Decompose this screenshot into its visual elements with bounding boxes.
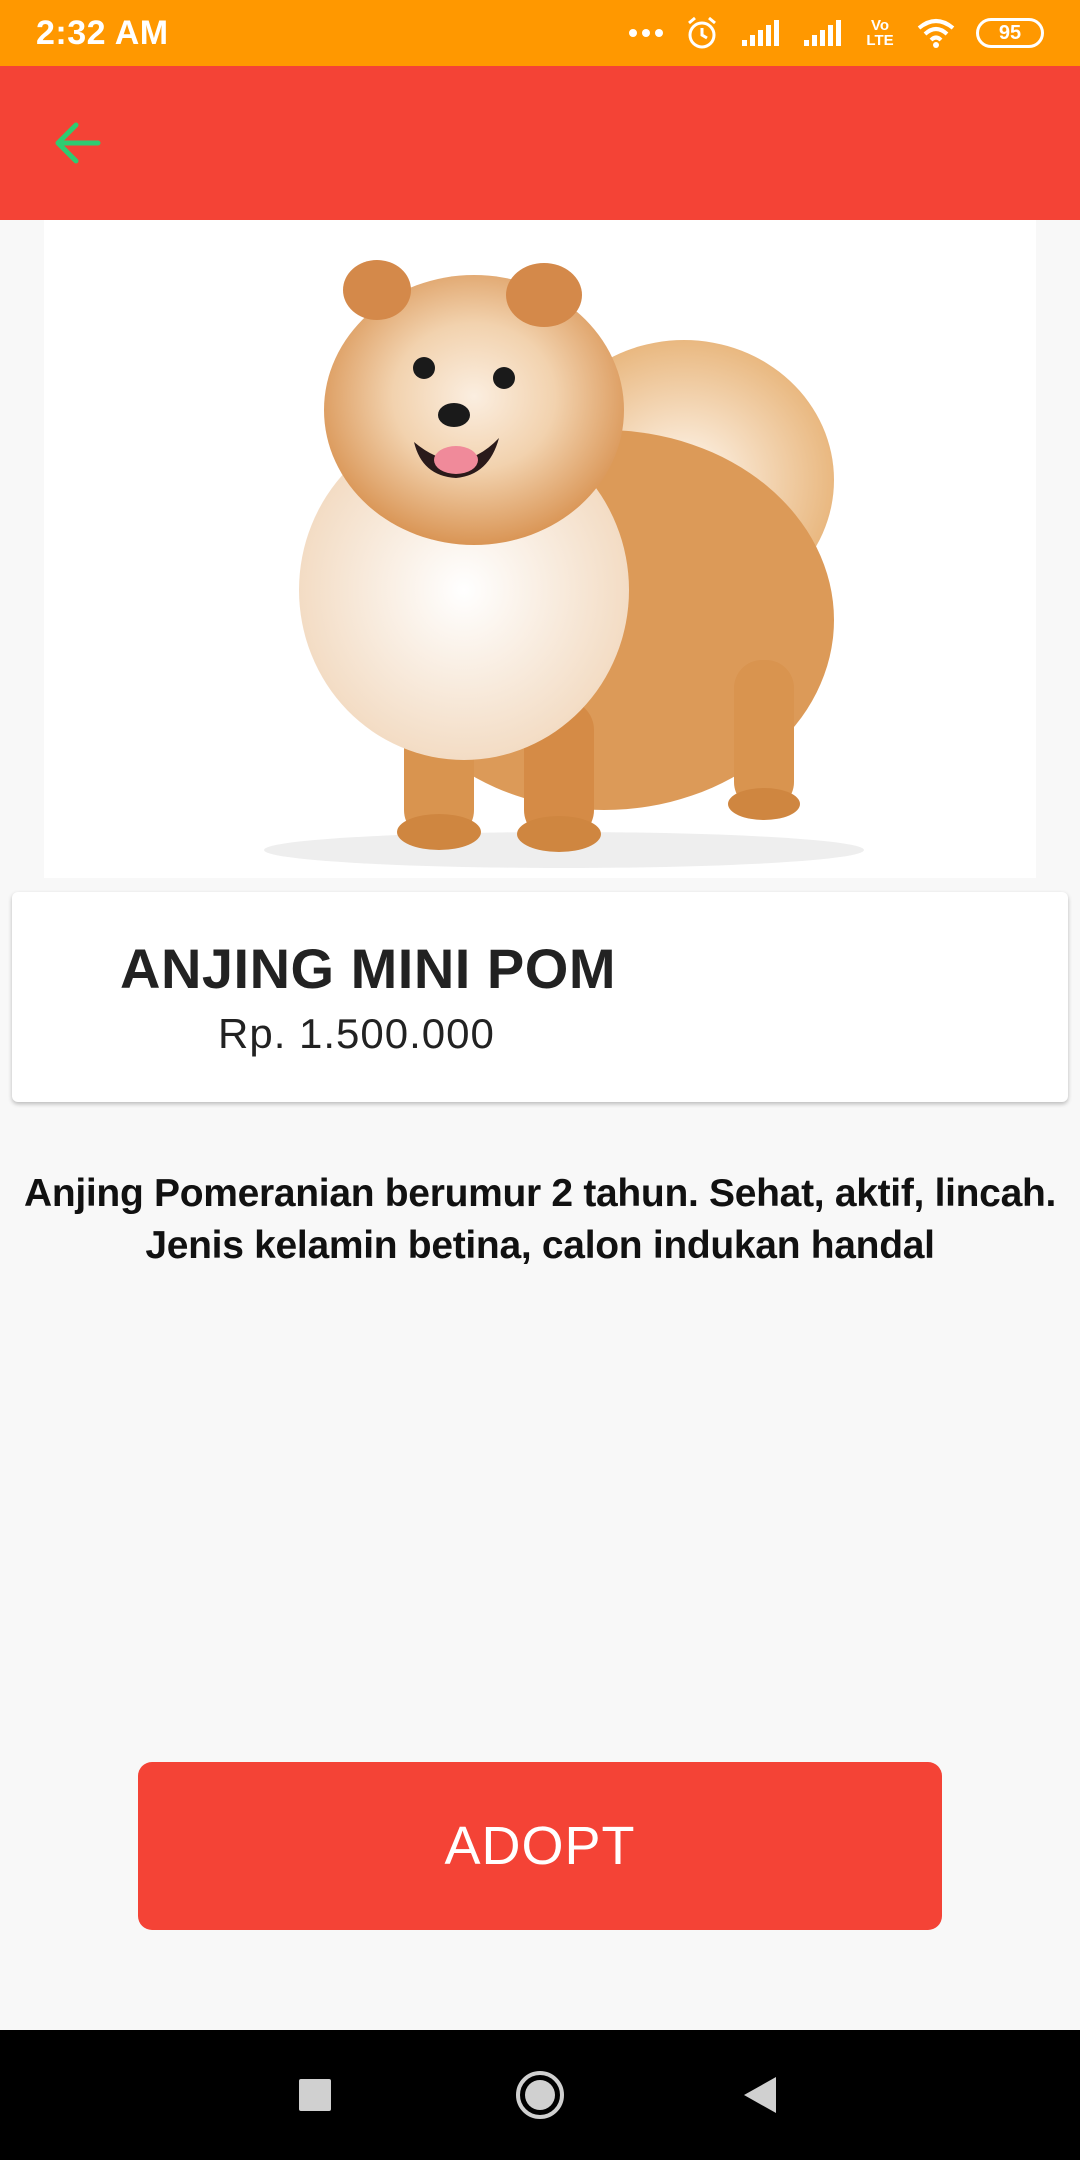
pet-photo [44,220,1036,878]
signal-icon [802,18,844,48]
nav-back-button[interactable] [730,2065,790,2125]
pet-info-card: ANJING MINI POM Rp. 1.500.000 [12,892,1068,1102]
pet-description: Anjing Pomeranian berumur 2 tahun. Sehat… [23,1172,1057,1267]
signal-icon [740,18,782,48]
adopt-button[interactable]: ADOPT [138,1762,942,1930]
wifi-icon [916,18,956,48]
volte-icon: Vo LTE [866,17,894,49]
home-icon [516,2071,564,2119]
alarm-icon [684,15,720,51]
status-bar: 2:32 AM Vo LTE 95 [0,0,1080,66]
back-arrow-icon [55,122,101,164]
battery-icon: 95 [976,18,1044,48]
back-icon [744,2077,776,2113]
home-button[interactable] [510,2065,570,2125]
recents-icon [299,2079,331,2111]
screen: 2:32 AM Vo LTE 95 ANJING MINI POM Rp. 1.… [0,0,1080,2160]
pet-price: Rp. 1.500.000 [218,1010,495,1057]
app-bar [0,66,1080,220]
status-icons: Vo LTE 95 [628,15,1044,51]
pet-name: ANJING MINI POM [120,937,616,1000]
more-icon [628,28,664,38]
system-nav-bar [0,2030,1080,2160]
status-time: 2:32 AM [36,13,169,52]
recents-button[interactable] [285,2065,345,2125]
back-button[interactable] [40,106,114,180]
pomeranian-dog-image [264,260,864,868]
